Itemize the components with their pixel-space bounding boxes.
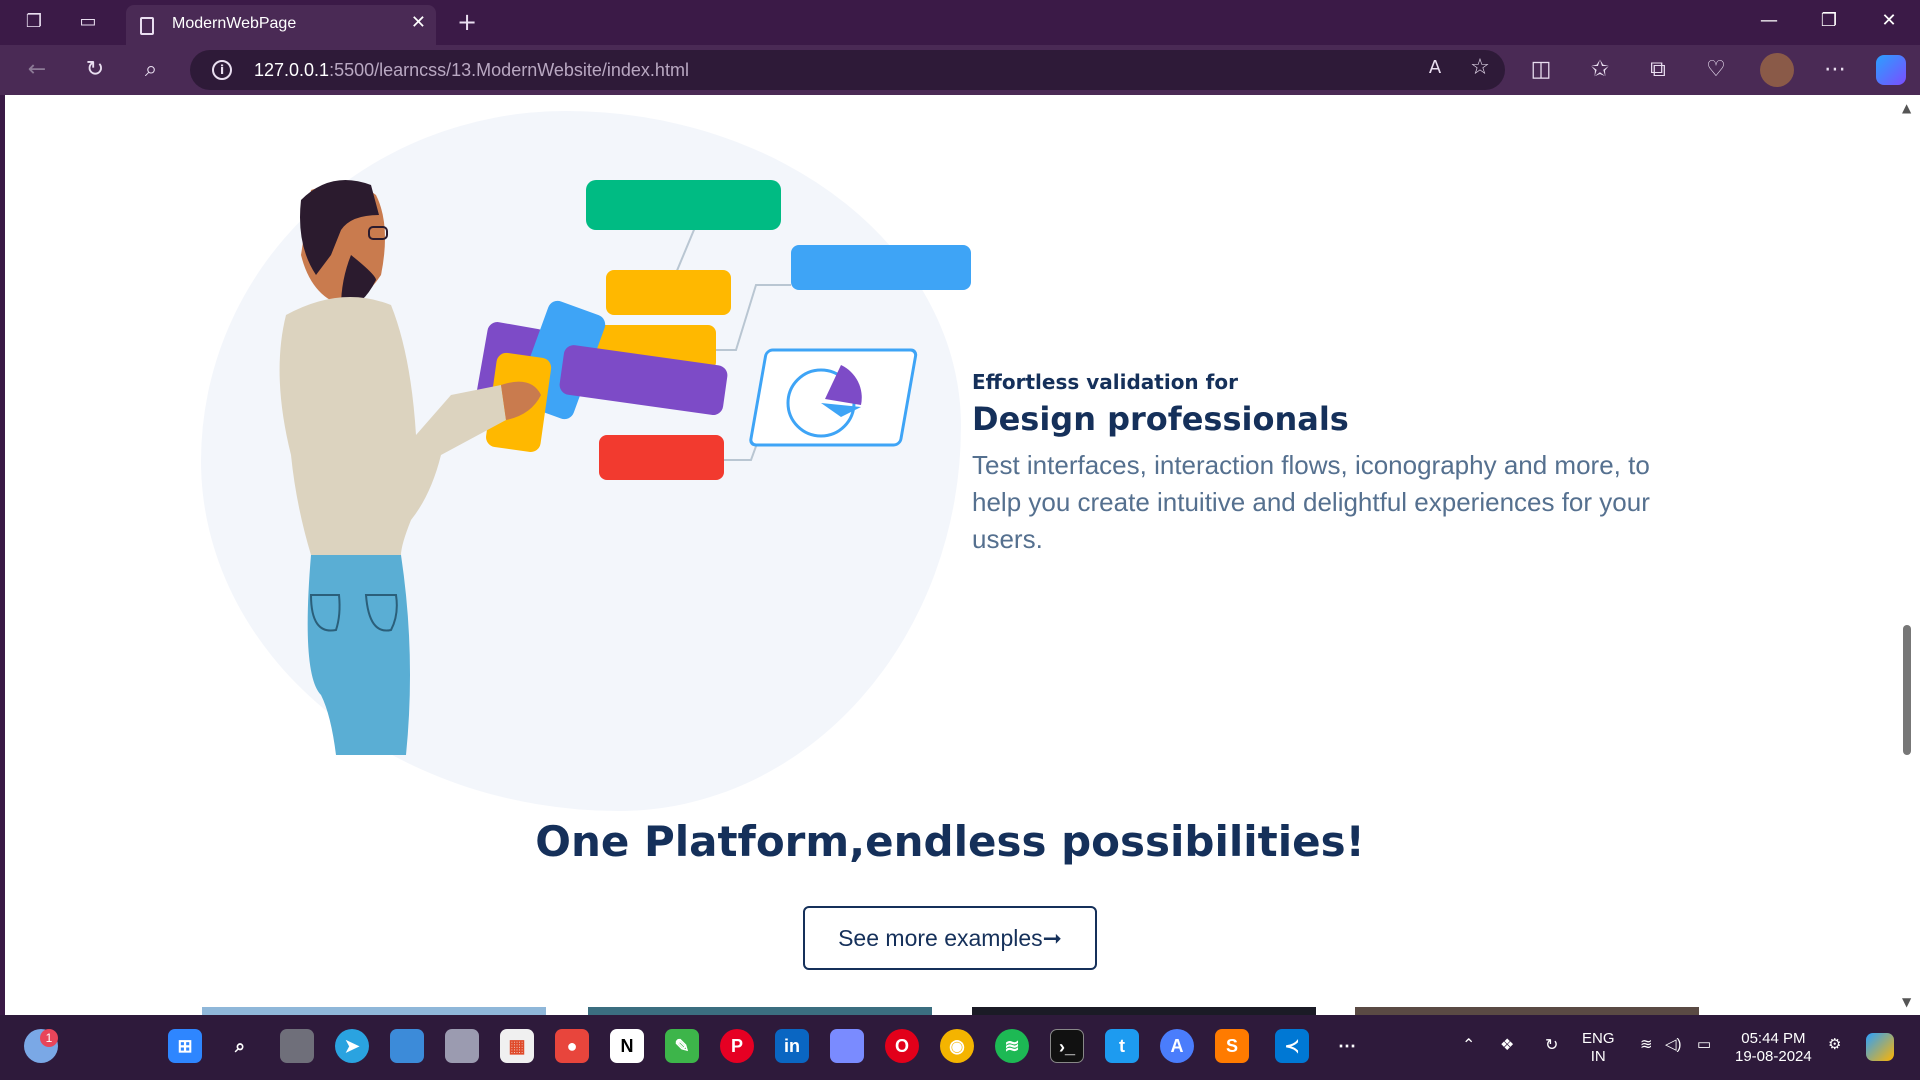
scroll-up-icon[interactable]: ▲ <box>1902 101 1911 115</box>
close-tab-icon[interactable]: ✕ <box>411 12 426 33</box>
app-box-icon[interactable] <box>445 1029 479 1063</box>
blue-card <box>791 245 971 290</box>
settings-gear-icon[interactable]: ⚙ <box>1828 1035 1841 1053</box>
back-icon[interactable]: ← <box>22 57 52 82</box>
address-toolbar: ← ↻ ⌕ i 127.0.0.1:5500/learncss/13.Moder… <box>0 45 1920 95</box>
notification-badge: 1 <box>40 1029 58 1047</box>
opera-icon[interactable]: O <box>885 1029 919 1063</box>
sync-icon[interactable]: ↻ <box>1545 1035 1558 1055</box>
taskbar: 1 ⊞ ⌕ ➤ ▦ ● N ✎ P in O ◉ ≋ ›_ t A S ≺ ⋯ … <box>0 1015 1920 1080</box>
see-more-examples-button[interactable]: See more examples➞ <box>803 906 1097 970</box>
feature-heading: Design professionals <box>972 400 1349 438</box>
chrome-icon[interactable]: ◉ <box>940 1029 974 1063</box>
minimize-icon[interactable]: — <box>1754 10 1784 31</box>
volume-icon[interactable]: ◁) <box>1665 1035 1682 1053</box>
tab-actions-icon[interactable]: ▭ <box>76 10 100 34</box>
notion-icon[interactable]: N <box>610 1029 644 1063</box>
red-card <box>599 435 724 480</box>
section-title: One Platform,endless possibilities! <box>535 817 1365 866</box>
show-hidden-icons[interactable]: ⌃ <box>1462 1035 1475 1055</box>
person-jeans <box>307 555 410 755</box>
new-tab-icon[interactable]: + <box>455 10 479 34</box>
green-card <box>586 180 781 230</box>
more-menu-icon[interactable]: ⋯ <box>1820 57 1850 82</box>
start-windows-icon[interactable]: ⊞ <box>168 1029 202 1063</box>
app-a-icon[interactable]: A <box>1160 1029 1194 1063</box>
favorite-star-icon[interactable]: ☆ <box>1465 55 1495 80</box>
more-apps-icon[interactable]: ⋯ <box>1330 1029 1364 1063</box>
feature-description: Test interfaces, interaction flows, icon… <box>972 450 1650 554</box>
person-sweater <box>279 297 506 555</box>
workspaces-icon[interactable]: ❐ <box>22 10 46 34</box>
twitter-icon[interactable]: t <box>1105 1029 1139 1063</box>
wifi-icon[interactable]: ≋ <box>1640 1035 1653 1053</box>
feature-kicker: Effortless validation for <box>972 370 1238 394</box>
address-bar[interactable]: i 127.0.0.1:5500/learncss/13.ModernWebsi… <box>190 50 1505 90</box>
pinterest-icon[interactable]: P <box>720 1029 754 1063</box>
tab-modernwebpage[interactable]: ModernWebPage ✕ <box>126 5 436 45</box>
sublime-icon[interactable]: S <box>1215 1029 1249 1063</box>
page-icon <box>140 17 154 35</box>
yellow-card-top <box>606 270 731 315</box>
page-scrollbar[interactable]: ▲ ▼ <box>1895 95 1920 1015</box>
edge-icon[interactable] <box>390 1029 424 1063</box>
favorites-icon[interactable]: ✩ <box>1585 57 1615 82</box>
browser-essentials-icon[interactable]: ♡ <box>1701 57 1731 82</box>
search-icon[interactable]: ⌕ <box>136 57 166 82</box>
battery-icon[interactable]: ▭ <box>1697 1035 1711 1053</box>
search-taskbar-icon[interactable]: ⌕ <box>223 1029 257 1063</box>
microsoft-store-icon[interactable]: ▦ <box>500 1029 534 1063</box>
title-bar: ❐ ▭ ModernWebPage ✕ + — ❐ ✕ <box>0 0 1920 45</box>
recorder-icon[interactable]: ● <box>555 1029 589 1063</box>
refresh-icon[interactable]: ↻ <box>80 57 110 82</box>
vscode-icon[interactable]: ≺ <box>1275 1029 1309 1063</box>
example-thumbnail-4[interactable] <box>1355 1007 1699 1015</box>
linkedin-icon[interactable]: in <box>775 1029 809 1063</box>
split-screen-icon[interactable]: ◫ <box>1526 57 1556 82</box>
close-window-icon[interactable]: ✕ <box>1874 10 1904 31</box>
read-aloud-icon[interactable]: A <box>1420 57 1450 78</box>
scroll-down-icon[interactable]: ▼ <box>1902 995 1911 1009</box>
copilot-icon[interactable] <box>1876 55 1906 85</box>
scrollbar-thumb[interactable] <box>1903 625 1911 755</box>
example-thumbnail-1[interactable] <box>202 1007 546 1015</box>
restore-icon[interactable]: ❐ <box>1814 10 1844 31</box>
tab-title: ModernWebPage <box>172 15 297 32</box>
webpage-viewport: Effortless validation for Design profess… <box>5 95 1895 1015</box>
designer-illustration <box>279 180 971 755</box>
copilot-pre-icon[interactable] <box>1866 1033 1894 1061</box>
spotify-icon[interactable]: ≋ <box>995 1029 1029 1063</box>
telegram-icon[interactable]: ➤ <box>335 1029 369 1063</box>
task-view-icon[interactable] <box>280 1029 314 1063</box>
site-info-icon[interactable]: i <box>212 60 232 80</box>
virtualbox-icon[interactable] <box>830 1029 864 1063</box>
terminal-icon[interactable]: ›_ <box>1050 1029 1084 1063</box>
pen-app-icon[interactable]: ✎ <box>665 1029 699 1063</box>
clock[interactable]: 05:44 PM 19-08-2024 <box>1735 1030 1812 1066</box>
url-text: 127.0.0.1:5500/learncss/13.ModernWebsite… <box>254 60 689 80</box>
collections-icon[interactable]: ⧉ <box>1643 57 1673 82</box>
language-indicator[interactable]: ENG IN <box>1582 1030 1615 1066</box>
example-thumbnail-2[interactable] <box>588 1007 932 1015</box>
example-thumbnail-3[interactable] <box>972 1007 1316 1015</box>
dropbox-icon[interactable]: ❖ <box>1500 1035 1514 1055</box>
profile-avatar[interactable] <box>1760 53 1794 87</box>
